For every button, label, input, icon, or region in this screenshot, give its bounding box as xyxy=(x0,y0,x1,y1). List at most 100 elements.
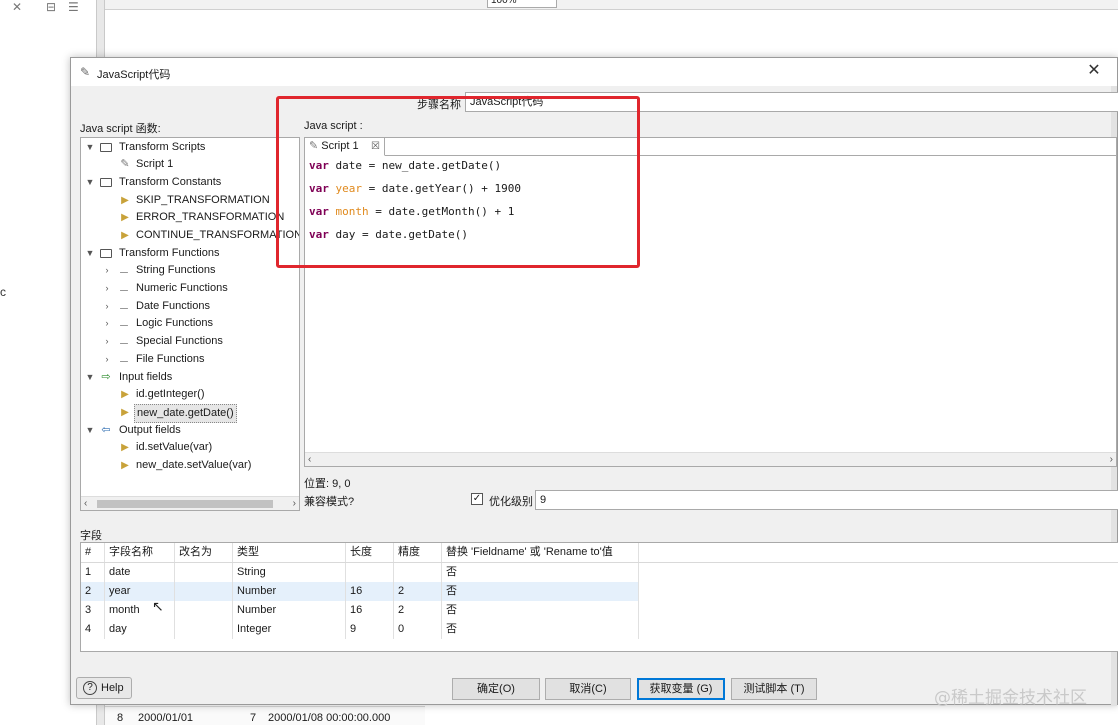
table-cell[interactable]: 4 xyxy=(81,620,105,639)
column-header[interactable]: 字段名称 xyxy=(105,543,175,562)
close-button[interactable]: ✕ xyxy=(1085,62,1103,80)
table-cell[interactable]: Number xyxy=(233,582,346,601)
table-cell[interactable]: 9 xyxy=(346,620,394,639)
functions-tree: ▼ Transform Scripts ✎ Script 1 ▼ Transfo… xyxy=(80,137,300,511)
table-cell[interactable]: String xyxy=(233,563,346,582)
chevron-down-icon[interactable]: ▼ xyxy=(85,174,95,191)
table-cell[interactable]: 16 xyxy=(346,582,394,601)
table-cell[interactable] xyxy=(175,620,233,639)
close-icon: ✕ xyxy=(12,0,23,14)
chevron-down-icon[interactable]: ▼ xyxy=(85,422,95,439)
table-cell[interactable]: date xyxy=(105,563,175,582)
table-cell[interactable]: 否 xyxy=(442,620,639,639)
optimization-label: 优化级别 xyxy=(489,496,533,508)
table-cell[interactable]: month xyxy=(105,601,175,620)
tree-icon: ⊟ xyxy=(46,0,57,14)
chevron-right-icon[interactable]: › xyxy=(102,298,112,315)
tree-item-label: new_date.setValue(var) xyxy=(136,459,252,471)
tree-item-label: File Functions xyxy=(136,353,205,365)
table-header: # 字段名称 改名为 类型 长度 精度 替换 'Fieldname' 或 'Re… xyxy=(81,543,1118,563)
column-header[interactable]: # xyxy=(81,543,105,562)
script-icon: ✎ xyxy=(120,158,130,170)
table-cell[interactable]: 0 xyxy=(394,620,442,639)
table-cell[interactable] xyxy=(175,601,233,620)
table-cell[interactable]: 16 xyxy=(346,601,394,620)
functions-label: Java script 函数: xyxy=(80,123,161,135)
table-cell[interactable]: 1 xyxy=(81,563,105,582)
table-cell[interactable]: 2 xyxy=(81,582,105,601)
background-text: c xyxy=(0,285,6,299)
table-cell[interactable]: 3 xyxy=(81,601,105,620)
column-header[interactable]: 类型 xyxy=(233,543,346,562)
chevron-right-icon[interactable]: › xyxy=(102,351,112,368)
scroll-left-icon[interactable]: ‹ xyxy=(308,453,311,467)
scroll-right-icon[interactable]: › xyxy=(293,497,296,510)
table-cell[interactable]: 否 xyxy=(442,582,639,601)
table-cell[interactable] xyxy=(346,563,394,582)
tree-item-label: SKIP_TRANSFORMATION xyxy=(136,194,270,206)
table-cell[interactable] xyxy=(175,563,233,582)
script-icon: ✎ xyxy=(80,65,91,79)
field-icon: ▶ xyxy=(121,460,129,471)
tree-item-label: new_date.getDate() xyxy=(134,404,237,423)
fields-label: 字段 xyxy=(80,530,102,542)
cancel-button[interactable]: 取消(C) xyxy=(545,678,631,700)
folder-icon xyxy=(100,174,112,193)
compat-mode-label: 兼容模式? xyxy=(304,496,355,508)
editor-horizontal-scrollbar[interactable]: ‹ › xyxy=(305,452,1116,466)
chevron-down-icon[interactable]: ▼ xyxy=(85,369,95,386)
scroll-thumb[interactable] xyxy=(97,500,273,508)
chevron-right-icon[interactable]: › xyxy=(102,333,112,350)
tree-item-label: id.setValue(var) xyxy=(136,441,213,453)
tree-item-label: Transform Scripts xyxy=(119,141,206,153)
column-header[interactable]: 改名为 xyxy=(175,543,233,562)
table-row[interactable]: 2 year Number 16 2 否 xyxy=(81,582,639,601)
table-cell[interactable]: Number xyxy=(233,601,346,620)
chevron-down-icon[interactable]: ▼ xyxy=(85,139,95,156)
scroll-left-icon[interactable]: ‹ xyxy=(84,497,87,510)
get-variables-button[interactable]: 获取变量 (G) xyxy=(637,678,725,700)
grid-cell-value: 7 xyxy=(250,712,257,724)
table-cell[interactable]: Integer xyxy=(233,620,346,639)
help-button[interactable]: ? Help xyxy=(76,677,132,699)
column-header[interactable]: 长度 xyxy=(346,543,394,562)
table-row[interactable]: 1 date String 否 xyxy=(81,563,639,582)
chevron-right-icon[interactable]: › xyxy=(102,280,112,297)
chevron-right-icon[interactable]: › xyxy=(102,262,112,279)
table-cell[interactable]: 否 xyxy=(442,601,639,620)
chevron-right-icon[interactable]: › xyxy=(102,315,112,332)
column-header[interactable]: 替换 'Fieldname' 或 'Rename to'值 xyxy=(442,543,639,562)
paperclip-icon: 𝍠 xyxy=(119,317,129,329)
tree-item-label: Script 1 xyxy=(136,158,174,170)
field-icon: ▶ xyxy=(121,389,129,400)
optimization-level-input[interactable]: 9 xyxy=(535,490,1118,510)
table-cell[interactable]: day xyxy=(105,620,175,639)
table-cell[interactable]: 2 xyxy=(394,582,442,601)
paperclip-icon: 𝍠 xyxy=(119,335,129,347)
grid-cell-datetime: 2000/01/08 00:00:00.000 xyxy=(268,712,391,724)
tree-horizontal-scrollbar[interactable]: ‹ › xyxy=(81,496,299,510)
tree-item-label: Numeric Functions xyxy=(136,282,228,294)
table-row[interactable]: 4 day Integer 9 0 否 xyxy=(81,620,639,639)
constant-icon: ▶ xyxy=(121,195,129,206)
dialog-titlebar: ✎ JavaScript代码 ✕ xyxy=(71,58,1117,86)
list-icon: ☰ xyxy=(68,0,79,14)
tree-item-label: Special Functions xyxy=(136,335,223,347)
zoom-select[interactable]: 100% xyxy=(487,0,557,8)
test-script-button[interactable]: 测试脚本 (T) xyxy=(731,678,817,700)
table-cell[interactable] xyxy=(394,563,442,582)
chevron-down-icon[interactable]: ▼ xyxy=(85,245,95,262)
table-cell[interactable]: 否 xyxy=(442,563,639,582)
tree-item-label: Input fields xyxy=(119,371,173,383)
table-cell[interactable] xyxy=(175,582,233,601)
ok-button[interactable]: 确定(O) xyxy=(452,678,540,700)
table-cell[interactable]: 2 xyxy=(394,601,442,620)
table-cell[interactable]: year xyxy=(105,582,175,601)
dialog-title: JavaScript代码 xyxy=(97,69,171,81)
table-row[interactable]: 3 month Number 16 2 否 xyxy=(81,601,639,620)
constant-icon: ▶ xyxy=(121,230,129,241)
compat-mode-checkbox[interactable]: ✓ xyxy=(471,493,483,505)
scroll-right-icon[interactable]: › xyxy=(1110,453,1113,467)
background-grid-row: 8 2000/01/01 7 2000/01/08 00:00:00.000 xyxy=(105,706,425,725)
column-header[interactable]: 精度 xyxy=(394,543,442,562)
